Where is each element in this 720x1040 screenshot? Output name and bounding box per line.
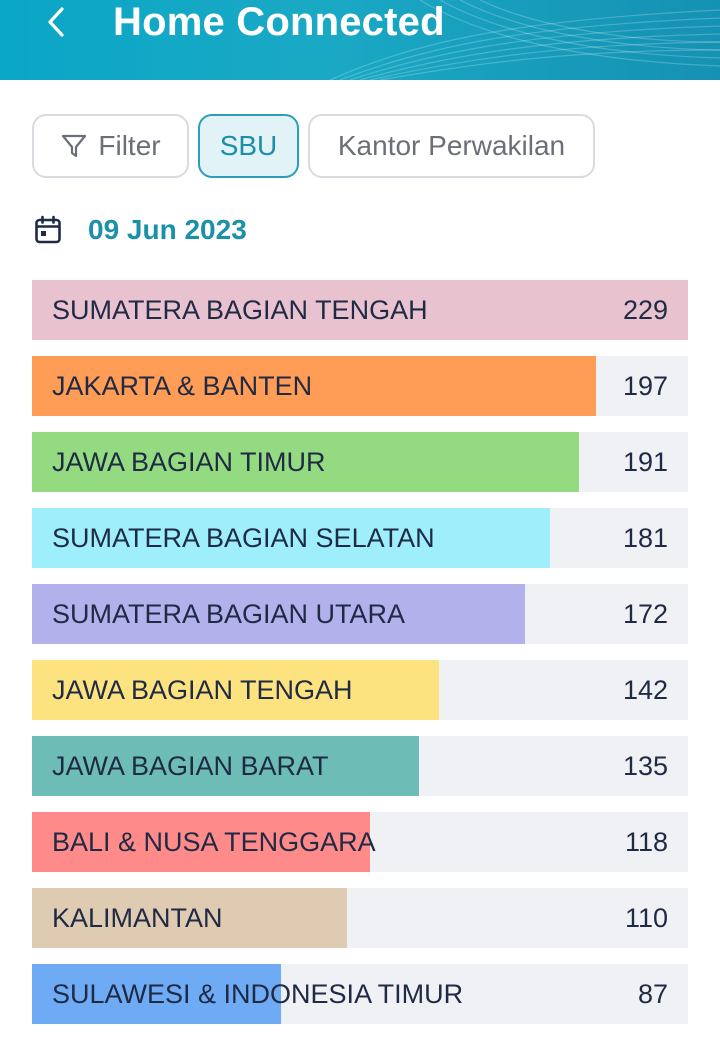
tab-sbu[interactable]: SBU [198, 114, 299, 178]
bar-label: JAWA BAGIAN TIMUR [52, 447, 326, 477]
bar-value: 181 [622, 523, 668, 553]
tab-kantor-perwakilan-label: Kantor Perwakilan [337, 130, 566, 161]
bar-value: 197 [622, 371, 668, 401]
bar-value: 191 [622, 447, 668, 477]
bar-value: 142 [622, 675, 668, 705]
tab-sbu-label: SBU [219, 130, 278, 161]
bar-row[interactable]: KALIMANTAN 110 [32, 888, 688, 948]
filter-button[interactable]: Filter [32, 114, 189, 178]
date-label: 09 Jun 2023 [88, 214, 247, 245]
bar-label: BALI & NUSA TENGGARA [52, 827, 376, 857]
bar-row[interactable]: SUMATERA BAGIAN SELATAN 181 [32, 508, 688, 568]
tab-kantor-perwakilan[interactable]: Kantor Perwakilan [308, 114, 595, 178]
back-button[interactable] [36, 2, 76, 42]
bar-row[interactable]: JAWA BAGIAN TIMUR 191 [32, 432, 688, 492]
funnel-icon [62, 134, 87, 158]
app-header: Home Connected [0, 0, 720, 80]
bar-row[interactable]: SUMATERA BAGIAN TENGAH 229 [32, 280, 688, 340]
filter-button-label: Filter [98, 130, 161, 161]
bar-value: 118 [624, 827, 668, 857]
bar-value: 110 [624, 903, 668, 933]
bar-label: KALIMANTAN [52, 903, 223, 933]
chevron-left-icon [48, 7, 64, 37]
bar-label: JAKARTA & BANTEN [52, 371, 313, 401]
bar-row[interactable]: SULAWESI & INDONESIA TIMUR 87 [32, 964, 688, 1024]
bar-value: 229 [622, 295, 668, 325]
calendar-icon [35, 215, 61, 244]
bar-row[interactable]: JAKARTA & BANTEN 197 [32, 356, 688, 416]
bar-value: 135 [622, 751, 668, 781]
bar-value: 172 [622, 599, 668, 629]
page-title: Home Connected [113, 0, 445, 44]
bar-row[interactable]: JAWA BAGIAN TENGAH 142 [32, 660, 688, 720]
date-selector[interactable]: 09 Jun 2023 [34, 208, 247, 252]
bar-row[interactable]: SUMATERA BAGIAN UTARA 172 [32, 584, 688, 644]
bar-label: JAWA BAGIAN TENGAH [52, 675, 353, 705]
bar-label: SUMATERA BAGIAN SELATAN [52, 523, 435, 553]
bar-label: SULAWESI & INDONESIA TIMUR [52, 979, 464, 1009]
bar-row[interactable]: JAWA BAGIAN BARAT 135 [32, 736, 688, 796]
bar-label: SUMATERA BAGIAN TENGAH [52, 295, 428, 325]
bar-value: 87 [637, 979, 668, 1009]
sbu-bar-chart: SUMATERA BAGIAN TENGAH 229 JAKARTA & BANTE… [32, 280, 688, 1040]
bar-label: SUMATERA BAGIAN UTARA [52, 599, 406, 629]
bar-label: JAWA BAGIAN BARAT [52, 751, 329, 781]
filter-bar: Filter SBU Kantor Perwakilan [32, 114, 595, 178]
bar-row[interactable]: BALI & NUSA TENGGARA 118 [32, 812, 688, 872]
